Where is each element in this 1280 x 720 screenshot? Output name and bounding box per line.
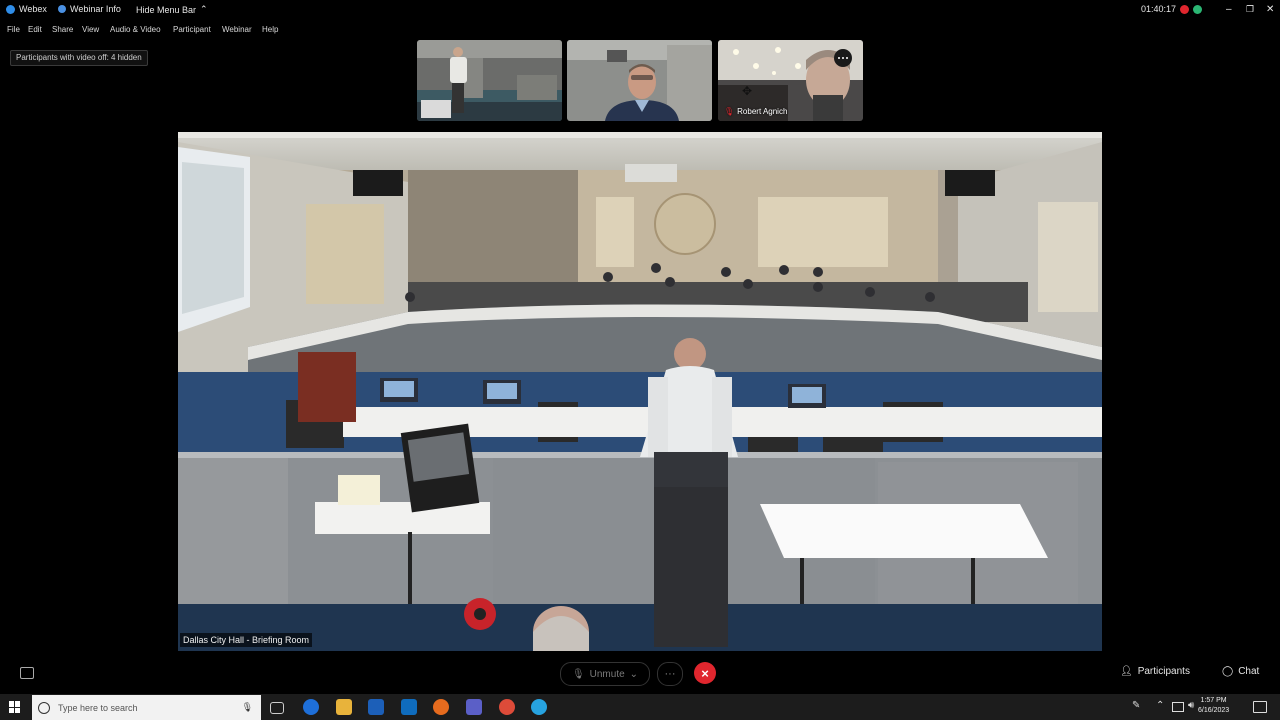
chat-bubble-icon: ◯ xyxy=(1222,666,1234,677)
windows-start-icon[interactable] xyxy=(9,701,21,713)
chevron-up-icon: ⌃ xyxy=(200,4,208,14)
app-title: Webex xyxy=(6,4,47,14)
webex-taskbar-icon[interactable] xyxy=(531,699,547,715)
caption-icon[interactable] xyxy=(20,667,34,679)
menu-audio-video[interactable]: Audio & Video xyxy=(110,25,161,34)
video-off-notice[interactable]: Participants with video off: 4 hidden xyxy=(10,50,148,66)
participant-thumbnail[interactable] xyxy=(567,40,712,121)
leave-button[interactable]: × xyxy=(694,662,716,684)
menu-participant[interactable]: Participant xyxy=(173,25,211,34)
thumbnail-label: 🎙 Robert Agnich xyxy=(724,107,787,116)
move-cursor-icon: ✥ xyxy=(742,84,753,98)
muted-mic-icon: 🎙 xyxy=(724,107,735,116)
webinar-info-button[interactable]: Webinar Info xyxy=(58,4,121,14)
taskbar-search-box[interactable]: Type here to search 🎙︎ xyxy=(32,695,261,720)
menu-help[interactable]: Help xyxy=(262,25,278,34)
title-bar: Webex Webinar Info Hide Menu Bar ⌃ 01:40… xyxy=(0,0,1280,20)
firefox-icon[interactable] xyxy=(433,699,449,715)
menu-share[interactable]: Share xyxy=(52,25,73,34)
person-icon: 👤︎ xyxy=(1120,666,1133,677)
store-icon[interactable] xyxy=(368,699,384,715)
unmute-button[interactable]: 🎙︎ Unmute ⌄ xyxy=(560,662,650,686)
microphone-icon: 🎙︎ xyxy=(241,702,253,712)
chat-button[interactable]: ◯ Chat xyxy=(1222,666,1259,677)
task-view-icon[interactable] xyxy=(270,702,284,714)
menu-bar: File Edit Share View Audio & Video Parti… xyxy=(0,20,1280,38)
recording-timer: 01:40:17 xyxy=(1141,4,1203,14)
menu-webinar[interactable]: Webinar xyxy=(222,25,252,34)
record-icon xyxy=(1180,4,1190,14)
info-icon xyxy=(58,5,66,13)
edge-browser-icon[interactable] xyxy=(303,699,319,715)
mail-icon[interactable] xyxy=(401,699,417,715)
search-icon xyxy=(38,701,50,714)
muted-microphone-icon: 🎙︎ xyxy=(571,668,585,680)
taskbar-clock[interactable]: 1:57 PM 6/16/2023 xyxy=(1198,696,1229,716)
pen-icon[interactable]: ✎ xyxy=(1132,700,1140,711)
maximize-icon[interactable]: ❐ xyxy=(1246,4,1254,15)
chrome-icon[interactable] xyxy=(499,699,515,715)
file-explorer-icon[interactable] xyxy=(336,699,352,715)
webex-logo-icon xyxy=(6,4,15,14)
menu-view[interactable]: View xyxy=(82,25,99,34)
close-icon[interactable]: ✕ xyxy=(1266,4,1274,15)
menu-edit[interactable]: Edit xyxy=(28,25,42,34)
network-icon[interactable] xyxy=(1172,702,1184,712)
teams-icon[interactable] xyxy=(466,699,482,715)
more-options-button[interactable]: ··· xyxy=(657,662,683,686)
participant-thumbnail-robert-agnich[interactable]: ✥ 🎙 Robert Agnich xyxy=(718,40,863,121)
participant-thumbnail[interactable] xyxy=(417,40,562,121)
hide-menu-bar-button[interactable]: Hide Menu Bar ⌃ xyxy=(136,4,208,15)
secure-icon xyxy=(1193,4,1203,14)
notification-icon[interactable] xyxy=(1253,701,1267,713)
menu-file[interactable]: File xyxy=(7,25,20,34)
thumbnail-name: Robert Agnich xyxy=(737,107,788,116)
participants-button[interactable]: 👤︎ Participants xyxy=(1120,666,1190,677)
chevron-up-tray-icon[interactable]: ⌃ xyxy=(1156,700,1164,711)
main-video-label: Dallas City Hall - Briefing Room xyxy=(180,633,313,647)
main-video[interactable] xyxy=(178,132,1102,651)
chevron-down-icon: ⌄ xyxy=(629,668,639,680)
volume-icon[interactable]: 🔊︎ xyxy=(1188,700,1194,711)
minimize-icon[interactable]: – xyxy=(1226,4,1232,15)
